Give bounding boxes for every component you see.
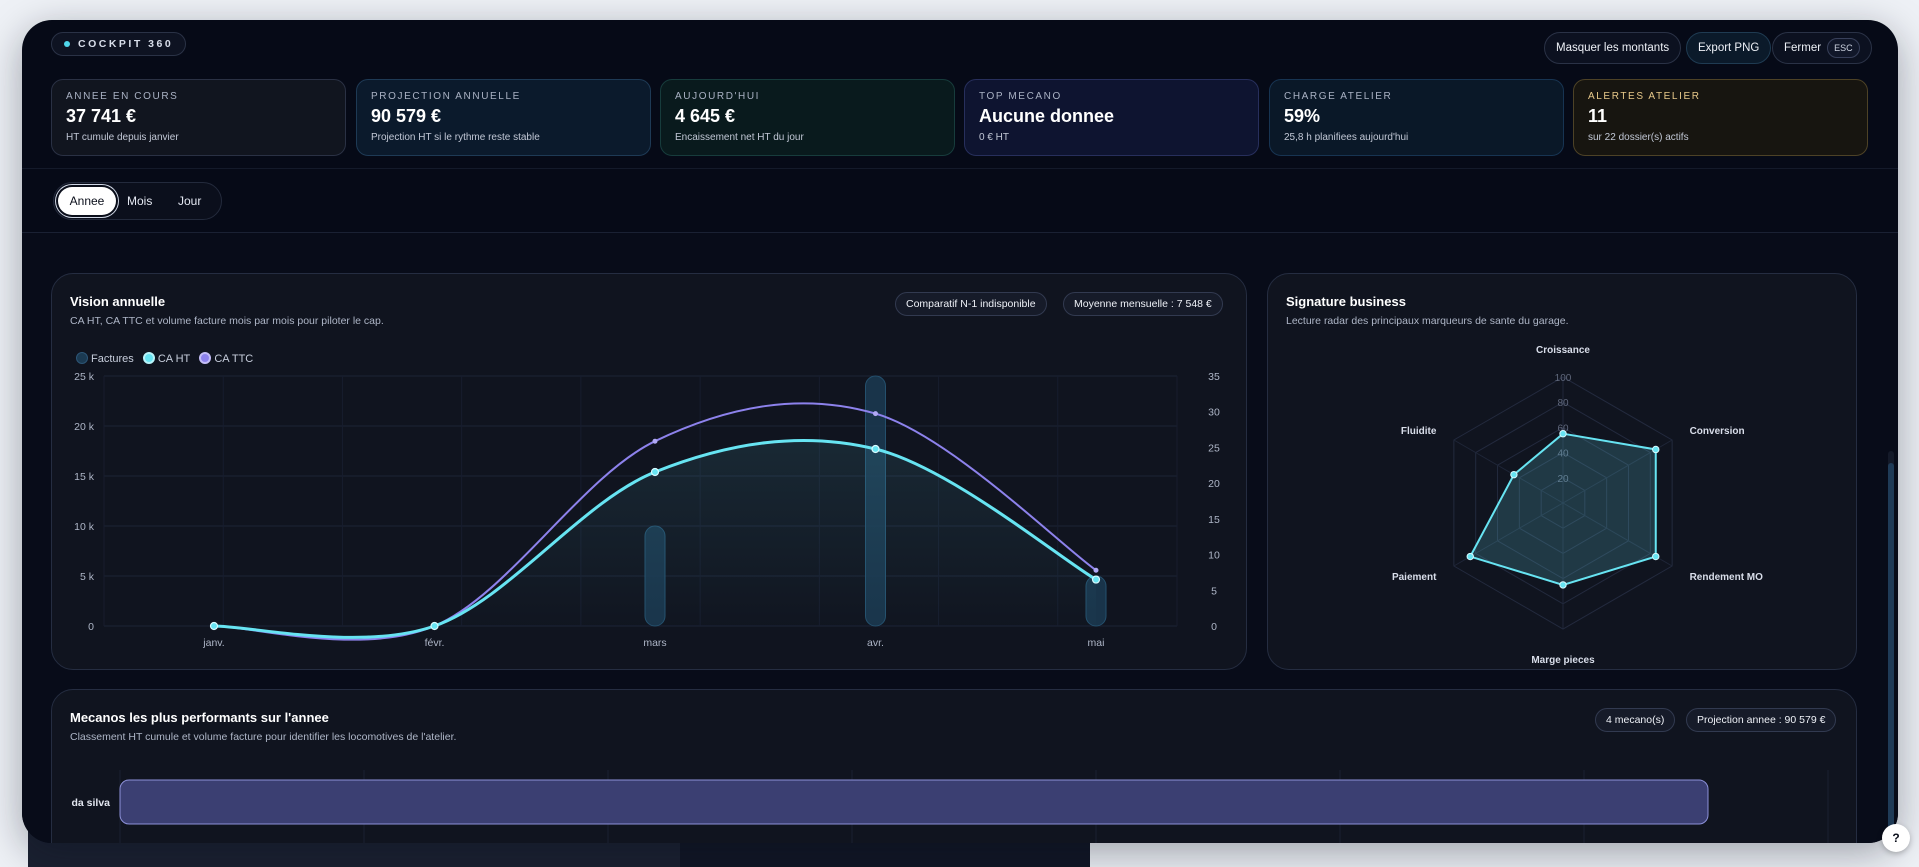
radar-axis-label: Croissance — [1536, 345, 1590, 356]
y-tick-label: 5 k — [80, 571, 95, 583]
ca-ht-point — [430, 621, 439, 631]
modal-header: COCKPIT 360 Masquer les montants Export … — [22, 20, 1898, 78]
kpi-value: 11 — [1588, 106, 1608, 126]
status-dot-icon — [64, 41, 70, 47]
close-button[interactable]: Fermer ESC — [1772, 32, 1872, 64]
help-button[interactable]: ? — [1882, 824, 1910, 852]
kpi-value: Aucune donnee — [979, 106, 1115, 126]
tab-jour[interactable]: Jour — [178, 187, 201, 215]
business-radar-chart: 20406080100CroissanceConversionRendement… — [1392, 345, 1764, 666]
radar-point — [1559, 430, 1567, 438]
kpi-card-today: AUJOURD'HUI 4 645 € Encaissement net HT du… — [660, 79, 955, 156]
y-tick-label: 10 k — [74, 521, 95, 533]
top-mecanos-card: Mecanos les plus performants sur l'annee… — [51, 689, 1857, 843]
kpi-card-year: ANNEE EN COURS 37 741 € HT cumule depuis j… — [51, 79, 346, 156]
y2-tick-label: 30 — [1208, 407, 1220, 419]
mecano-name-label: da silva — [71, 797, 110, 809]
ca-ht-point — [1091, 575, 1101, 584]
scrollbar[interactable] — [1888, 451, 1894, 843]
x-tick-label: févr. — [425, 637, 445, 649]
y2-tick-label: 25 — [1208, 442, 1220, 454]
kpi-label: TOP MECANO — [979, 91, 1062, 102]
kpi-card-top-mecano: TOP MECANO Aucune donnee 0 € HT — [964, 79, 1259, 156]
close-label: Fermer — [1784, 42, 1822, 54]
y2-tick-label: 15 — [1208, 514, 1220, 526]
y2-tick-label: 20 — [1208, 478, 1220, 490]
ca-ht-point — [650, 467, 660, 477]
scrollbar-thumb[interactable] — [1888, 463, 1894, 843]
radar-axis-label: Rendement MO — [1690, 572, 1764, 583]
kpi-sub: Projection HT si le rythme reste stable — [371, 132, 540, 143]
radar-axis-label: Marge pieces — [1531, 655, 1595, 666]
y-tick-label: 0 — [88, 621, 94, 633]
ca-ht-point — [209, 621, 219, 631]
y2-tick-label: 35 — [1208, 371, 1220, 383]
kpi-label: PROJECTION ANNUELLE — [371, 91, 521, 102]
hide-amounts-button[interactable]: Masquer les montants — [1544, 32, 1682, 64]
kpi-label: ALERTES ATELIER — [1588, 91, 1701, 102]
x-tick-label: avr. — [867, 637, 884, 649]
radar-tick-label: 100 — [1555, 373, 1572, 384]
kpi-sub: 25,8 h planifiees aujourd'hui — [1284, 132, 1409, 143]
y2-tick-label: 5 — [1211, 585, 1217, 597]
business-signature-card: Signature business Lecture radar des pri… — [1267, 273, 1857, 670]
dashboard-content: Vision annuelle CA HT, CA TTC et volume … — [22, 233, 1898, 843]
radar-point — [1652, 552, 1660, 561]
kpi-card-workshop-load: CHARGE ATELIER 59% 25,8 h planifiees aujou… — [1269, 79, 1564, 156]
kpi-sub: sur 22 dossier(s) actifs — [1588, 132, 1689, 143]
x-tick-label: janv. — [202, 637, 224, 649]
x-tick-label: mars — [643, 637, 666, 649]
mecano-bar-chart: da silvaOusouj — [71, 770, 1829, 843]
radar-point — [1652, 445, 1660, 454]
kpi-card-alerts: ALERTES ATELIER 11 sur 22 dossier(s) actif… — [1573, 79, 1868, 156]
annual-line-chart: 0 5 k 10 k 15 k 20 k 25 k 0 5 10 15 20 25 30 35 janv. f… — [74, 371, 1220, 649]
y-tick-label: 15 k — [74, 471, 95, 483]
kpi-label: AUJOURD'HUI — [675, 91, 761, 102]
radar-tick-label: 80 — [1557, 398, 1569, 409]
y2-tick-label: 0 — [1211, 621, 1217, 633]
radar-axis-label: Conversion — [1690, 426, 1745, 437]
kpi-sub: Encaissement net HT du jour — [675, 132, 804, 143]
radar-point — [1466, 552, 1474, 561]
x-tick-label: mai — [1088, 637, 1105, 649]
ca-ttc-point — [652, 438, 658, 444]
annual-vision-card: Vision annuelle CA HT, CA TTC et volume … — [51, 273, 1247, 670]
kpi-label: CHARGE ATELIER — [1284, 91, 1393, 102]
cockpit-modal: COCKPIT 360 Masquer les montants Export … — [22, 20, 1898, 843]
kpi-label: ANNEE EN COURS — [66, 91, 179, 102]
y-tick-label: 25 k — [74, 371, 95, 383]
export-png-button[interactable]: Export PNG — [1686, 32, 1772, 64]
ca-ht-point — [871, 444, 880, 454]
radar-point — [1559, 581, 1567, 589]
radar-area — [1468, 432, 1657, 586]
kpi-sub: HT cumule depuis janvier — [66, 132, 179, 143]
y2-tick-label: 10 — [1208, 550, 1220, 562]
mecano-bar — [119, 779, 1709, 825]
esc-key-hint: ESC — [1827, 38, 1860, 58]
kpi-sub: 0 € HT — [979, 132, 1010, 143]
kpi-value: 59% — [1284, 106, 1321, 126]
radar-axis-label: Fluidite — [1401, 426, 1437, 437]
kpi-value: 37 741 € — [66, 106, 137, 126]
ca-ttc-point — [873, 411, 878, 417]
ca-ttc-point — [1093, 567, 1099, 573]
kpi-value: 4 645 € — [675, 106, 736, 126]
divider — [22, 168, 1898, 169]
tab-mois[interactable]: Mois — [127, 187, 152, 215]
period-switch: Annee Mois Jour — [53, 182, 222, 220]
tab-annee[interactable]: Annee — [58, 187, 116, 215]
brand-badge: COCKPIT 360 — [51, 32, 187, 56]
radar-point — [1510, 470, 1518, 479]
kpi-value: 90 579 € — [371, 106, 442, 126]
kpi-card-projection: PROJECTION ANNUELLE 90 579 € Projection HT… — [356, 79, 651, 156]
y-tick-label: 20 k — [74, 421, 95, 433]
brand-label: COCKPIT 360 — [78, 38, 174, 50]
radar-axis-label: Paiement — [1392, 572, 1437, 583]
